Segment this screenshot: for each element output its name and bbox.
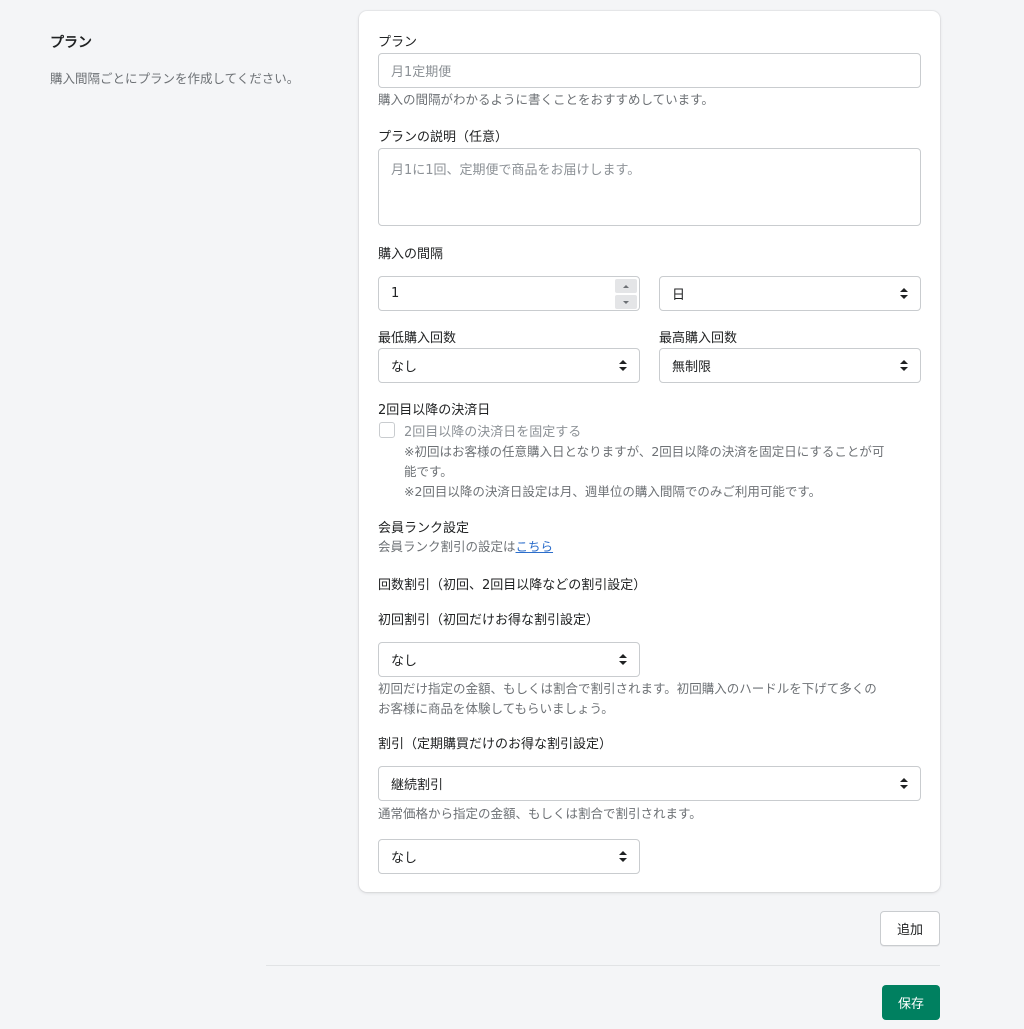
first-discount-label: 初回割引（初回だけお得な割引設定） [378,613,600,628]
select-arrows-icon [619,654,627,665]
stepper-up-button[interactable] [615,279,637,293]
subscription-discount-help: 通常価格から指定の金額、もしくは割合で割引されます。 [378,806,702,821]
interval-label: 購入の間隔 [378,247,444,262]
first-discount-help-line-1: 初回だけ指定の金額、もしくは割合で割引されます。初回購入のハードルを下げて多くの [378,681,877,696]
divider [266,965,940,966]
first-discount-help-line-2: お客様に商品を体験してもらいましょう。 [378,701,614,716]
plan-label: プラン [378,35,418,50]
subscription-discount-label: 割引（定期購買だけのお得な割引設定） [378,737,613,752]
select-arrows-icon [900,778,908,789]
side-title: プラン [50,35,92,51]
payment-date-label: 2回目以降の決済日 [378,403,491,418]
subscription-discount-type-select[interactable]: 継続割引 [378,766,921,801]
select-arrows-icon [900,288,908,299]
min-purchase-value: なし [391,360,418,375]
plan-help: 購入の間隔がわかるように書くことをおすすめしています。 [378,92,714,107]
select-arrows-icon [619,851,627,862]
plan-card: プラン 月1定期便 購入の間隔がわかるように書くことをおすすめしています。 プラ… [359,11,940,892]
payment-note-1-line-1: ※初回はお客様の任意購入日となりますが、2回目以降の決済を固定日にすることが可 [404,444,885,459]
max-purchase-label: 最高購入回数 [659,331,738,346]
chevron-down-icon [623,300,629,304]
side-description: 購入間隔ごとにプランを作成してください。 [50,71,300,86]
fix-payment-date-label: 2回目以降の決済日を固定する [404,425,582,440]
interval-unit-select[interactable]: 日 [659,276,921,311]
payment-note-1-line-2: 能です。 [404,464,453,479]
member-rank-text-body: 会員ランク割引の設定は [378,539,516,554]
interval-unit-value: 日 [672,288,686,303]
save-button[interactable]: 保存 [882,985,940,1020]
member-rank-text: 会員ランク割引の設定はこちら [378,537,553,557]
interval-number-input[interactable]: 1 [378,276,640,311]
payment-note-2: ※2回目以降の決済日設定は月、週単位の購入間隔でのみご利用可能です。 [404,484,822,499]
plan-input[interactable]: 月1定期便 [378,53,921,88]
interval-stepper[interactable] [615,279,637,309]
stepper-down-button[interactable] [615,295,637,309]
max-purchase-value: 無制限 [672,360,712,375]
subscription-discount-type-value: 継続割引 [391,778,444,793]
subscription-discount-value: なし [391,851,418,866]
first-discount-value: なし [391,654,418,669]
max-purchase-select[interactable]: 無制限 [659,348,921,383]
description-textarea[interactable]: 月1に1回、定期便で商品をお届けします。 [378,148,921,226]
first-discount-select[interactable]: なし [378,642,640,677]
min-purchase-label: 最低購入回数 [378,331,457,346]
member-rank-label: 会員ランク設定 [378,521,470,536]
plan-input-placeholder: 月1定期便 [391,65,452,80]
count-discount-label: 回数割引（初回、2回目以降などの割引設定） [378,578,647,593]
member-rank-link[interactable]: こちら [516,539,554,554]
select-arrows-icon [900,360,908,371]
description-placeholder: 月1に1回、定期便で商品をお届けします。 [391,163,641,178]
min-purchase-select[interactable]: なし [378,348,640,383]
add-button[interactable]: 追加 [880,911,940,946]
interval-value: 1 [391,286,400,301]
fix-payment-date-checkbox[interactable] [379,422,395,438]
description-label: プランの説明（任意） [378,130,509,145]
select-arrows-icon [619,360,627,371]
subscription-discount-value-select[interactable]: なし [378,839,640,874]
chevron-up-icon [623,284,629,288]
